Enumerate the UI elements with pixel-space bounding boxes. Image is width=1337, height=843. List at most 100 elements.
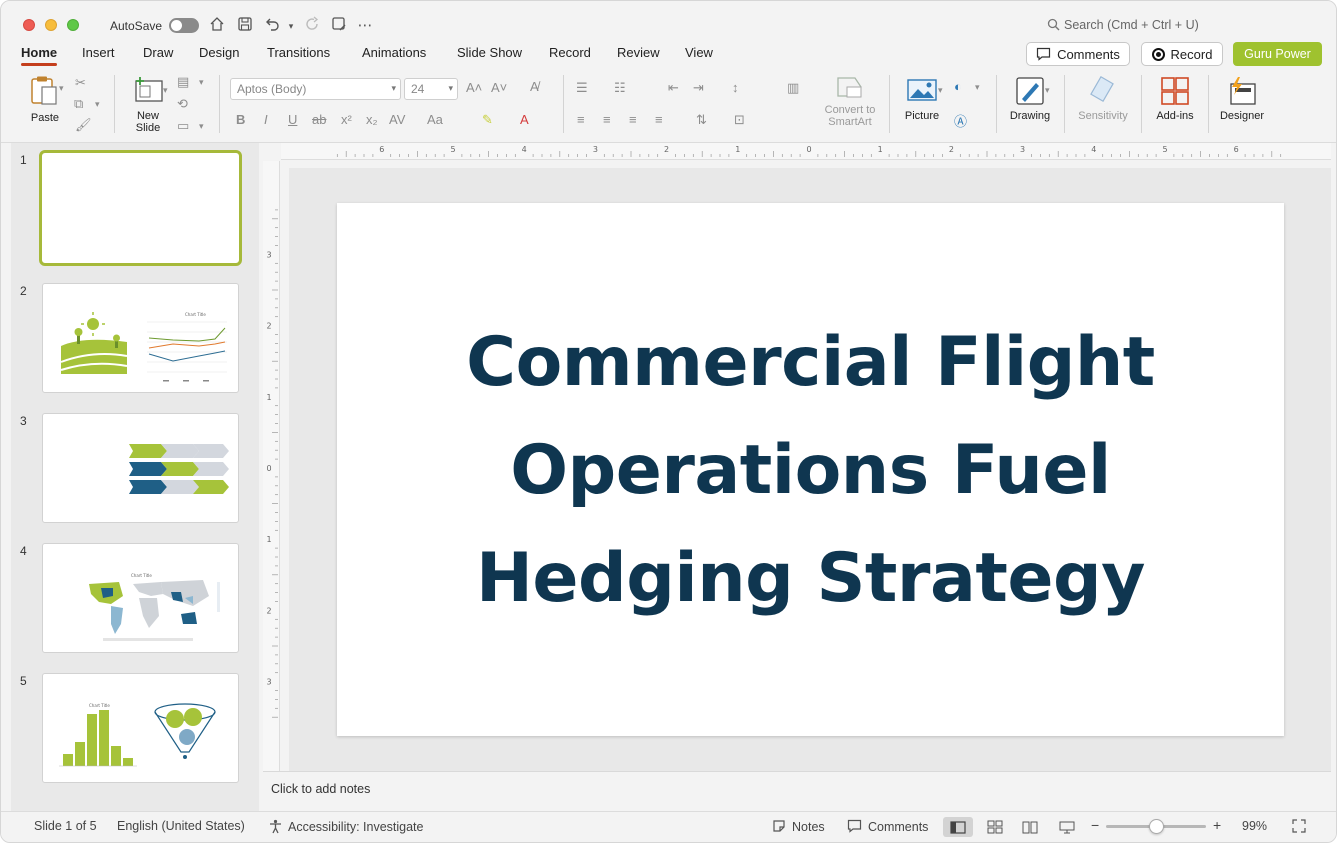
- section-dropdown-icon[interactable]: ▾: [199, 121, 204, 132]
- picture-button[interactable]: Picture: [899, 77, 945, 122]
- line-spacing-icon[interactable]: ↕: [732, 80, 739, 95]
- copy-dropdown-icon[interactable]: ▾: [95, 99, 100, 110]
- paste-label: Paste: [30, 112, 60, 124]
- designer-button[interactable]: Designer: [1215, 75, 1269, 122]
- drawing-button[interactable]: Drawing: [1005, 75, 1055, 122]
- text-direction-icon[interactable]: ⇅: [696, 112, 707, 128]
- save-icon[interactable]: [235, 16, 255, 36]
- slide-editor[interactable]: Commercial Flight Operations Fuel Hedgin…: [337, 203, 1284, 736]
- copy-icon[interactable]: ⧉: [74, 96, 83, 112]
- justify-icon[interactable]: ≡: [655, 112, 663, 127]
- layout-icon[interactable]: ▤: [177, 74, 189, 90]
- search-box[interactable]: Search (Cmd + Ctrl + U): [1047, 18, 1199, 32]
- convert-smartart-button[interactable]: Convert to SmartArt: [819, 75, 881, 128]
- comments-toggle[interactable]: Comments: [847, 819, 928, 834]
- align-left-icon[interactable]: ≡: [577, 112, 585, 127]
- highlight-icon[interactable]: ✎: [482, 112, 493, 128]
- tab-draw[interactable]: Draw: [143, 45, 173, 60]
- decrease-font-icon[interactable]: A˅: [491, 80, 507, 95]
- layout-dropdown-icon[interactable]: ▾: [199, 77, 204, 88]
- shapes-icon[interactable]: ◐: [954, 79, 962, 94]
- drawing-dropdown-icon[interactable]: ▾: [1045, 85, 1050, 96]
- zoom-out-button[interactable]: −: [1091, 817, 1099, 833]
- font-name-select[interactable]: Aptos (Body) ▾: [230, 78, 401, 100]
- tab-record[interactable]: Record: [549, 45, 591, 60]
- slideshow-view-button[interactable]: [1052, 817, 1082, 837]
- reading-view-button[interactable]: [1015, 817, 1045, 837]
- zoom-percentage[interactable]: 99%: [1242, 819, 1267, 833]
- italic-icon[interactable]: I: [264, 112, 268, 127]
- undo-dropdown-icon[interactable]: ▾: [281, 16, 301, 36]
- sensitivity-icon: [1090, 76, 1114, 102]
- slide-sorter-button[interactable]: [980, 817, 1010, 837]
- tab-review[interactable]: Review: [617, 45, 660, 60]
- save-as-icon[interactable]: [329, 16, 349, 36]
- align-text-icon[interactable]: ⊡: [734, 112, 745, 128]
- tab-insert[interactable]: Insert: [82, 45, 115, 60]
- more-options-icon[interactable]: ⋯: [355, 16, 375, 36]
- tab-home[interactable]: Home: [21, 45, 58, 66]
- record-button[interactable]: Record: [1141, 42, 1223, 66]
- strikethrough-icon[interactable]: ab: [312, 112, 326, 127]
- font-size-select[interactable]: 24 ▾: [404, 78, 458, 100]
- home-icon[interactable]: [207, 16, 227, 36]
- slide-thumbnail-3[interactable]: [42, 413, 239, 523]
- zoom-slider-thumb[interactable]: [1148, 819, 1164, 834]
- paste-dropdown-icon[interactable]: ▾: [59, 83, 64, 94]
- text-box-icon[interactable]: Ⓐ: [954, 111, 967, 130]
- slide-thumbnail-1[interactable]: [39, 150, 242, 266]
- normal-view-button[interactable]: [943, 817, 973, 837]
- guru-power-button[interactable]: Guru Power: [1233, 42, 1322, 66]
- align-center-icon[interactable]: ≡: [603, 112, 611, 127]
- fit-to-window-icon[interactable]: [1292, 819, 1306, 836]
- bullets-icon[interactable]: ☰: [576, 80, 588, 96]
- subscript-icon[interactable]: x₂: [366, 112, 378, 127]
- character-spacing-icon[interactable]: AV: [389, 112, 405, 127]
- redo-icon[interactable]: [303, 16, 323, 36]
- tab-slide-show[interactable]: Slide Show: [457, 45, 522, 60]
- notes-toggle[interactable]: Notes: [772, 819, 825, 834]
- change-case-icon[interactable]: Aa: [427, 112, 443, 127]
- increase-indent-icon[interactable]: ⇥: [693, 80, 704, 96]
- zoom-slider[interactable]: [1106, 819, 1206, 834]
- slide-thumbnail-4[interactable]: Chart Title: [42, 543, 239, 653]
- slide-thumbnail-5[interactable]: Chart Title: [42, 673, 239, 783]
- tab-design[interactable]: Design: [199, 45, 239, 60]
- picture-dropdown-icon[interactable]: ▾: [938, 85, 943, 96]
- font-color-icon[interactable]: A: [520, 112, 529, 127]
- addins-button[interactable]: Add-ins: [1151, 75, 1199, 122]
- notes-pane[interactable]: Click to add notes: [263, 771, 1331, 809]
- shapes-dropdown-icon[interactable]: ▾: [975, 82, 980, 93]
- tab-animations[interactable]: Animations: [362, 45, 426, 60]
- section-icon[interactable]: ▭: [177, 118, 189, 134]
- slide-thumbnail-2[interactable]: Chart Title: [42, 283, 239, 393]
- new-slide-button[interactable]: New Slide: [125, 75, 171, 134]
- clear-formatting-icon[interactable]: A̸: [530, 79, 539, 94]
- accessibility-status[interactable]: Accessibility: Investigate: [268, 819, 423, 834]
- format-painter-icon[interactable]: 🖌: [75, 117, 92, 133]
- bold-icon[interactable]: B: [236, 112, 245, 127]
- numbering-icon[interactable]: ☷: [614, 80, 626, 96]
- autosave-toggle[interactable]: [169, 18, 199, 33]
- increase-font-icon[interactable]: A˄: [466, 80, 482, 95]
- maximize-window-button[interactable]: [67, 19, 79, 31]
- undo-icon[interactable]: [262, 16, 282, 36]
- minimize-window-button[interactable]: [45, 19, 57, 31]
- tab-view[interactable]: View: [685, 45, 713, 60]
- tab-transitions[interactable]: Transitions: [267, 45, 330, 60]
- new-slide-dropdown-icon[interactable]: ▾: [163, 85, 168, 96]
- underline-icon[interactable]: U: [288, 112, 297, 127]
- decrease-indent-icon[interactable]: ⇤: [668, 80, 679, 96]
- comments-button[interactable]: Comments: [1026, 42, 1130, 66]
- superscript-icon[interactable]: x²: [341, 112, 352, 127]
- slide-title[interactable]: Commercial Flight Operations Fuel Hedgin…: [337, 309, 1284, 633]
- close-window-button[interactable]: [23, 19, 35, 31]
- cut-icon[interactable]: ✂: [75, 75, 86, 91]
- columns-icon[interactable]: ▥: [787, 80, 799, 96]
- sensitivity-button[interactable]: Sensitivity: [1072, 75, 1134, 122]
- reset-icon[interactable]: ⟲: [177, 96, 188, 112]
- language-status[interactable]: English (United States): [117, 819, 245, 833]
- svg-text:3: 3: [593, 145, 598, 154]
- align-right-icon[interactable]: ≡: [629, 112, 637, 127]
- zoom-in-button[interactable]: +: [1213, 817, 1221, 833]
